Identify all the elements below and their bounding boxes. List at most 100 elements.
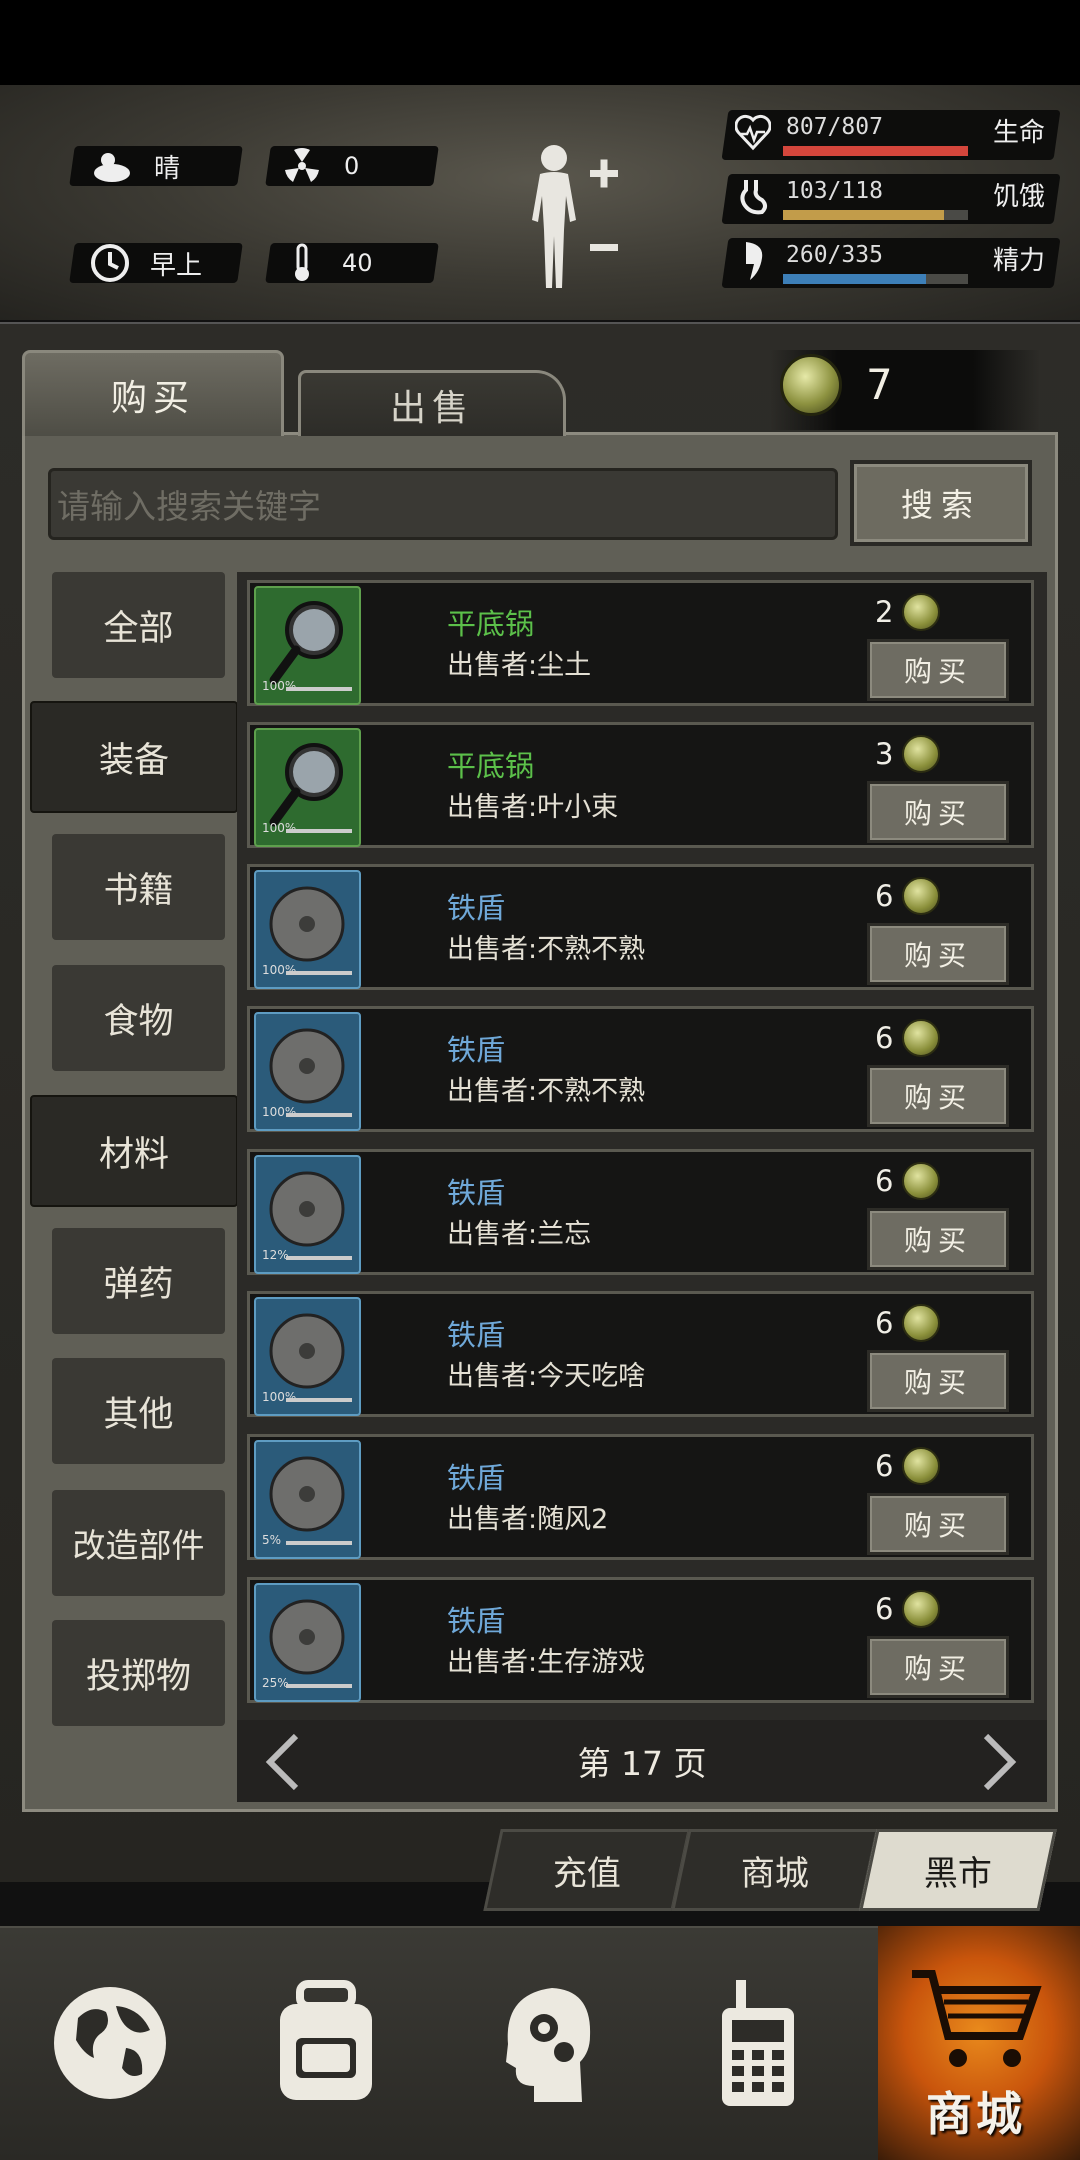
list-item: 12% 铁盾 出售者:兰忘 6 购买 bbox=[247, 1149, 1034, 1275]
tab-mall[interactable]: 商城 bbox=[671, 1829, 879, 1911]
bottle-cap-icon bbox=[902, 877, 940, 915]
bottle-cap-icon bbox=[902, 1019, 940, 1057]
category-mod-parts[interactable]: 改造部件 bbox=[52, 1490, 225, 1596]
nav-shop-label: 商城 bbox=[926, 2087, 1026, 2141]
energy-value: 260/335 bbox=[786, 242, 883, 268]
next-page-arrow-icon[interactable] bbox=[978, 1734, 1018, 1790]
walkie-talkie-icon[interactable] bbox=[698, 1978, 818, 2108]
health-bar-fill bbox=[783, 146, 968, 156]
radiation-value: 0 bbox=[344, 152, 360, 180]
category-food[interactable]: 食物 bbox=[52, 965, 225, 1071]
bottle-cap-icon bbox=[902, 1447, 940, 1485]
cloud-sun-icon bbox=[94, 153, 130, 182]
list-item: 5% 铁盾 出售者:随风2 6 购买 bbox=[247, 1434, 1034, 1560]
durability-bar bbox=[286, 1398, 352, 1402]
hunger-value: 103/118 bbox=[786, 178, 883, 204]
weather-chip: 晴 bbox=[69, 146, 243, 186]
item-thumbnail[interactable]: 100% bbox=[254, 1297, 361, 1416]
bottle-cap-icon bbox=[902, 735, 940, 773]
item-price: 6 bbox=[875, 879, 894, 913]
list-item: 100% 平底锅 出售者:尘土 2 购买 bbox=[247, 580, 1034, 706]
item-thumbnail[interactable]: 5% bbox=[254, 1440, 361, 1559]
search-button[interactable]: 搜索 bbox=[850, 460, 1032, 546]
prev-page-arrow-icon[interactable] bbox=[264, 1734, 304, 1790]
buy-button[interactable]: 购买 bbox=[867, 1350, 1009, 1412]
category-throwables[interactable]: 投掷物 bbox=[52, 1620, 225, 1726]
durability-bar bbox=[286, 687, 352, 691]
energy-bar bbox=[783, 274, 968, 284]
buy-button[interactable]: 购买 bbox=[867, 1636, 1009, 1698]
durability-text: 12% bbox=[262, 1248, 289, 1262]
item-name: 平底锅 bbox=[447, 607, 535, 641]
energy-bar-fill bbox=[783, 274, 926, 284]
bottle-cap-icon bbox=[902, 593, 940, 631]
list-item: 25% 铁盾 出售者:生存游戏 6 购买 bbox=[247, 1577, 1034, 1703]
buy-button[interactable]: 购买 bbox=[867, 923, 1009, 985]
radiation-chip: 0 bbox=[265, 146, 439, 186]
item-name: 铁盾 bbox=[447, 1318, 506, 1352]
shopping-cart-icon bbox=[912, 1970, 1042, 2067]
radiation-icon bbox=[285, 148, 319, 182]
item-name: 铁盾 bbox=[447, 1176, 506, 1210]
globe-icon[interactable] bbox=[50, 1978, 170, 2108]
temperature-value: 40 bbox=[342, 249, 373, 277]
hunger-bar bbox=[783, 210, 968, 220]
heart-icon bbox=[735, 114, 771, 151]
item-thumbnail[interactable]: 12% bbox=[254, 1155, 361, 1274]
item-thumbnail[interactable]: 100% bbox=[254, 728, 361, 847]
item-seller: 出售者:尘土 bbox=[447, 650, 592, 681]
tab-sell[interactable]: 出售 bbox=[298, 370, 566, 436]
category-ammo[interactable]: 弹药 bbox=[52, 1228, 225, 1334]
health-value: 807/807 bbox=[786, 114, 883, 140]
tab-recharge[interactable]: 充值 bbox=[483, 1829, 691, 1911]
head-gears-icon[interactable] bbox=[486, 1978, 606, 2108]
buy-button[interactable]: 购买 bbox=[867, 639, 1009, 701]
energy-icon bbox=[746, 242, 763, 280]
item-name: 铁盾 bbox=[447, 1033, 506, 1067]
buy-button[interactable]: 购买 bbox=[867, 1065, 1009, 1127]
search-input[interactable]: 请输入搜索关键字 bbox=[48, 468, 838, 540]
list-item: 100% 铁盾 出售者:不熟不熟 6 购买 bbox=[247, 1006, 1034, 1132]
item-seller: 出售者:不熟不熟 bbox=[447, 1076, 646, 1107]
item-name: 平底锅 bbox=[447, 749, 535, 783]
backpack-icon[interactable] bbox=[266, 1978, 386, 2108]
tab-buy[interactable]: 购买 bbox=[22, 350, 284, 436]
item-price: 6 bbox=[875, 1449, 894, 1483]
bottle-cap-icon bbox=[902, 1162, 940, 1200]
item-thumbnail[interactable]: 100% bbox=[254, 870, 361, 989]
item-thumbnail[interactable]: 100% bbox=[254, 586, 361, 705]
category-all[interactable]: 全部 bbox=[52, 572, 225, 678]
item-thumbnail[interactable]: 25% bbox=[254, 1583, 361, 1702]
temperature-chip: 40 bbox=[265, 243, 439, 283]
buy-button[interactable]: 购买 bbox=[867, 1208, 1009, 1270]
item-name: 铁盾 bbox=[447, 891, 506, 925]
category-equipment[interactable]: 装备 bbox=[30, 701, 238, 813]
item-thumbnail[interactable]: 100% bbox=[254, 1012, 361, 1131]
page-label: 第 17 页 bbox=[577, 1744, 707, 1783]
item-seller: 出售者:兰忘 bbox=[447, 1219, 592, 1250]
health-bar bbox=[783, 146, 968, 156]
item-seller: 出售者:不熟不熟 bbox=[447, 934, 646, 965]
durability-bar bbox=[286, 1541, 352, 1545]
buy-button[interactable]: 购买 bbox=[867, 1493, 1009, 1555]
tab-black-market[interactable]: 黑市 bbox=[859, 1829, 1057, 1911]
category-materials[interactable]: 材料 bbox=[30, 1095, 238, 1207]
buy-button[interactable]: 购买 bbox=[867, 781, 1009, 843]
item-price: 2 bbox=[875, 595, 894, 629]
durability-bar bbox=[286, 1256, 352, 1260]
category-other[interactable]: 其他 bbox=[52, 1358, 225, 1464]
durability-bar bbox=[286, 971, 352, 975]
tab-black-market-label: 黑市 bbox=[924, 1853, 992, 1894]
durability-text: 25% bbox=[262, 1676, 289, 1690]
body-status-icon[interactable] bbox=[518, 140, 628, 290]
energy-label: 精力 bbox=[993, 246, 1046, 276]
durability-text: 5% bbox=[262, 1533, 282, 1547]
item-name: 铁盾 bbox=[447, 1604, 506, 1638]
item-price: 3 bbox=[875, 737, 894, 771]
item-seller: 出售者:随风2 bbox=[447, 1504, 609, 1535]
category-books[interactable]: 书籍 bbox=[52, 834, 225, 940]
item-price: 6 bbox=[875, 1021, 894, 1055]
nav-shop[interactable]: 商城 bbox=[878, 1926, 1080, 2160]
item-price: 6 bbox=[875, 1592, 894, 1626]
thermometer-icon bbox=[295, 243, 309, 281]
